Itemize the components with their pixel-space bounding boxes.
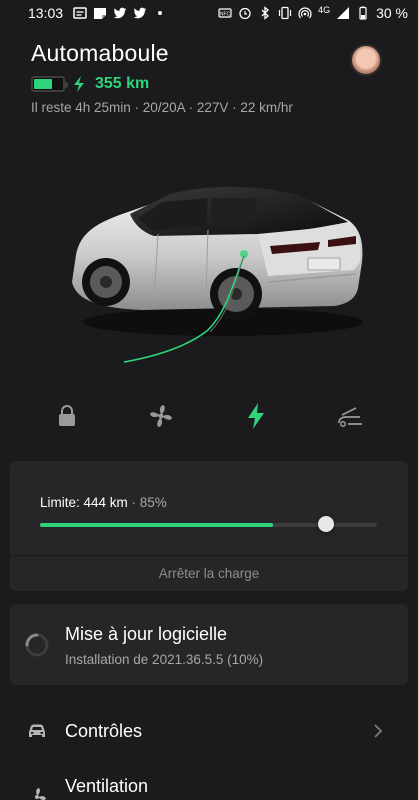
charge-details: Il reste 4h 25min · 20/20A · 227V · 22 k… xyxy=(31,100,293,115)
lock-icon[interactable] xyxy=(53,402,81,430)
charge-limit-slider[interactable] xyxy=(40,516,377,532)
car-image xyxy=(72,186,363,363)
charge-level-fill xyxy=(40,523,273,527)
vehicle-name: Automaboule xyxy=(31,40,169,66)
dot-icon xyxy=(158,11,163,15)
charge-limit-row: Limite: 444 km · 85% xyxy=(40,495,167,510)
bluetooth-icon xyxy=(261,6,270,20)
menu-item-label: Ventilation xyxy=(65,775,149,796)
menu-item-label: Contrôles xyxy=(65,720,143,741)
menu-item-ventilation[interactable]: Ventilation xyxy=(0,764,418,800)
car-trunk-icon[interactable] xyxy=(336,402,364,430)
status-time: 13:03 xyxy=(28,5,64,21)
bolt-icon[interactable] xyxy=(242,402,270,430)
alarm-icon xyxy=(239,7,251,20)
svg-text:NFC: NFC xyxy=(220,12,231,18)
fan-icon xyxy=(35,788,46,800)
loading-spinner-icon xyxy=(25,633,49,657)
status-bar: 13:03 NFC 4G 30 % xyxy=(0,0,418,26)
charge-card: Limite: 444 km · 85% Arrêter la charge xyxy=(10,461,408,591)
battery-gauge-fill xyxy=(34,79,53,89)
car-front-icon xyxy=(29,724,45,737)
battery-gauge xyxy=(31,76,68,92)
network-type: 4G xyxy=(318,5,331,15)
vibrate-icon xyxy=(278,6,292,20)
hotspot-icon xyxy=(298,7,312,19)
charging-bolt-icon xyxy=(74,76,84,92)
update-subtitle: Installation de 2021.36.5.5 (10%) xyxy=(65,652,264,667)
update-title: Mise à jour logicielle xyxy=(65,624,228,644)
charge-limit-thumb[interactable] xyxy=(318,516,335,532)
battery-percent: 30 % xyxy=(376,5,408,21)
stop-charging-button[interactable]: Arrêter la charge xyxy=(10,556,408,591)
battery-status-icon xyxy=(359,6,367,20)
nfc-icon: NFC xyxy=(218,8,232,18)
avatar[interactable] xyxy=(350,44,382,76)
software-update-card[interactable]: Mise à jour logicielle Installation de 2… xyxy=(10,604,408,685)
range-row: 355 km xyxy=(31,75,149,93)
charge-limit-label: Limite: 444 km xyxy=(40,495,128,510)
notification-icon xyxy=(73,7,87,19)
charge-limit-percent: · 85% xyxy=(127,495,167,510)
fan-icon[interactable] xyxy=(147,402,175,430)
menu-item-controles[interactable]: Contrôles xyxy=(0,709,418,753)
twitter-icon xyxy=(133,7,147,19)
range-value: 355 km xyxy=(95,75,150,92)
signal-icon xyxy=(337,7,350,19)
sticker-icon xyxy=(94,8,107,19)
chevron-right-icon xyxy=(374,724,383,738)
twitter-icon xyxy=(113,7,127,19)
quick-controls xyxy=(0,396,418,440)
